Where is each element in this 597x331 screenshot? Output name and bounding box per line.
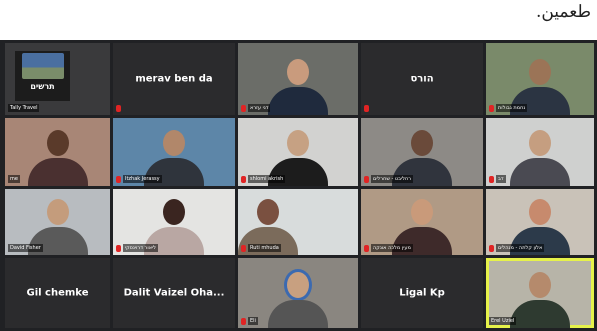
person-head [411,130,433,156]
participant-tile[interactable]: shlomi akrish [238,118,358,186]
participant-name: דב [496,175,506,183]
participant-tile[interactable]: אלון קלתה - מנהלים [486,189,594,255]
participant-tile[interactable]: Gil chemke [5,258,110,328]
muted-mic-icon [489,104,494,112]
participant-tile-active-speaker[interactable]: Erel Uziel [486,258,594,328]
person-body [268,300,328,328]
nameplate: Ruti mhuda [241,244,281,252]
participant-tile[interactable]: David Fisher [5,189,110,255]
participant-tile[interactable]: Ligal Kp [361,258,483,328]
person-head [529,59,551,85]
person-head [163,130,185,156]
participant-tile[interactable]: Dalit Vaizel Oha... [113,258,235,328]
participant-tile[interactable]: merav ben da [113,43,235,115]
participant-name: רחליבט - שחרלים [371,175,414,183]
participant-tile[interactable]: Itzhak Jerassy [113,118,235,186]
person-head [46,199,69,225]
participant-tile[interactable]: me [5,118,110,186]
person-body [510,158,570,186]
person-head [287,272,309,298]
muted-mic-icon [241,104,246,112]
nameplate: מעין מלכה אונקה [364,244,413,252]
participant-video [510,126,570,186]
participant-name: מעין מלכה אונקה [371,244,413,252]
participant-name: me [8,175,20,183]
participant-name: הורס [410,73,434,85]
participant-name: Tally Travel [8,104,40,112]
muted-mic-icon [116,105,121,112]
logo-image [21,53,64,79]
video-grid: תרשים Tally Travel merav ben da דני עזרא… [0,40,597,331]
participant-video [510,268,570,328]
nameplate: דב [489,175,506,183]
participant-name: Erel Uziel [489,317,517,325]
muted-mic-icon [116,175,121,183]
person-body [27,158,88,186]
participant-name: Dalit Vaizel Oha... [123,287,225,299]
person-head [257,199,279,225]
person-head [287,59,309,85]
participant-video [268,55,328,115]
participant-name: Ruti mhuda [248,244,281,252]
participant-name: אלון קלתה - מנהלים [496,244,545,252]
person-head [529,272,551,298]
nameplate: Eli [241,317,258,325]
nameplate: me [8,175,20,183]
person-head [46,130,69,156]
participant-tile[interactable]: Eli [238,258,358,328]
person-body [510,300,570,328]
participant-tile[interactable]: Ruti mhuda [238,189,358,255]
person-head [287,130,309,156]
participant-video [27,126,88,186]
nameplate: רחליבט - שחרלים [364,175,414,183]
participant-name: Eli [248,317,258,325]
muted-mic-icon [489,175,494,183]
person-head [529,130,551,156]
participant-name: Gil chemke [26,287,89,299]
participant-name: דני עזרא [248,104,271,112]
participant-name: shlomi akrish [248,175,286,183]
participant-tile[interactable]: דני עזרא [238,43,358,115]
nameplate: Erel Uziel [489,317,517,325]
person-head [411,199,433,225]
muted-mic-icon [241,175,246,183]
nameplate: נחמת גבולות [489,104,528,112]
page-caption: طعمين. [535,2,591,22]
participant-video [268,268,328,328]
nameplate: דני עזרא [241,104,271,112]
nameplate: Tally Travel [8,104,40,112]
participant-tile[interactable]: נחמת גבולות [486,43,594,115]
nameplate: ליאור דרוינסקי [116,244,159,252]
participant-logo: תרשים [15,51,70,101]
nameplate [364,105,369,112]
nameplate: Itzhak Jerassy [116,175,162,183]
participant-name: נחמת גבולות [496,104,528,112]
muted-mic-icon [116,244,121,252]
nameplate: shlomi akrish [241,175,286,183]
muted-mic-icon [489,244,494,252]
person-head [163,199,185,225]
participant-name: ליאור דרוינסקי [123,244,159,252]
muted-mic-icon [241,317,246,325]
nameplate: אלון קלתה - מנהלים [489,244,545,252]
participant-name: David Fisher [8,244,43,252]
participant-tile[interactable]: ליאור דרוינסקי [113,189,235,255]
nameplate [116,105,121,112]
participant-tile[interactable]: הורס [361,43,483,115]
person-head [529,199,551,225]
participant-tile[interactable]: מעין מלכה אונקה [361,189,483,255]
participant-name: Itzhak Jerassy [123,175,162,183]
muted-mic-icon [364,244,369,252]
logo-text: תרשים [30,82,55,91]
muted-mic-icon [364,175,369,183]
participant-tile[interactable]: דב [486,118,594,186]
participant-name: merav ben da [135,73,213,85]
person-body [268,87,328,115]
muted-mic-icon [241,244,246,252]
participant-name: Ligal Kp [399,287,445,299]
nameplate: David Fisher [8,244,43,252]
muted-mic-icon [364,105,369,112]
participant-tile[interactable]: תרשים Tally Travel [5,43,110,115]
participant-tile[interactable]: רחליבט - שחרלים [361,118,483,186]
